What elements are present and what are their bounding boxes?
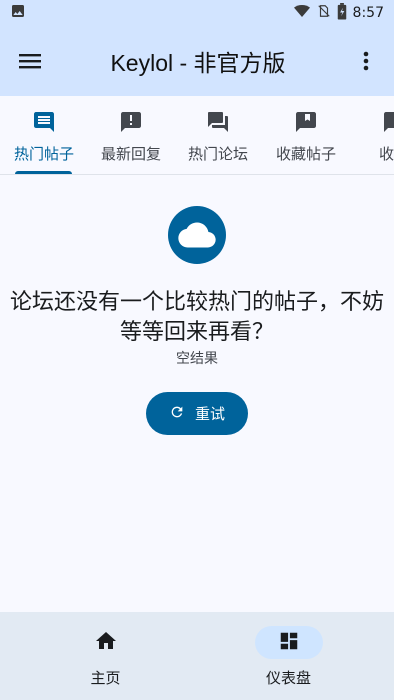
dashboard-icon [278, 630, 300, 656]
hamburger-menu-icon[interactable] [10, 41, 50, 81]
bottom-nav: 主页 仪表盘 [0, 612, 394, 700]
tab-label: 热门论坛 [187, 145, 248, 163]
sim-off-icon [317, 3, 331, 23]
tab-bar: 热门帖子 最新回复 热门论坛 收藏帖子 收藏 [0, 96, 394, 175]
tab-label: 热门帖子 [13, 145, 74, 163]
battery-charging-icon [337, 2, 347, 24]
tab-hot-threads[interactable]: 热门帖子 [0, 96, 88, 174]
nav-label: 仪表盘 [265, 669, 311, 687]
app-bar: Keylol - 非官方版 [0, 26, 394, 96]
tab-favorites[interactable]: 收藏 [350, 96, 394, 174]
announcement-icon [119, 109, 143, 135]
refresh-icon [169, 404, 185, 424]
tab-label: 收藏帖子 [275, 145, 336, 163]
empty-state: 论坛还没有一个比较热门的帖子，不妨等等回来再看？ 空结果 重试 [0, 206, 394, 435]
empty-subtitle: 空结果 [176, 351, 218, 367]
comment-icon [32, 109, 56, 135]
wifi-icon [293, 3, 311, 23]
nav-home[interactable]: 主页 [7, 612, 204, 700]
tab-indicator [15, 171, 72, 174]
cloud-icon [168, 206, 226, 264]
status-time: 8:57 [352, 5, 384, 21]
home-icon [94, 629, 118, 657]
tab-label: 收藏 [378, 145, 394, 163]
nav-pill [72, 626, 140, 659]
status-bar: 8:57 [0, 0, 394, 26]
tab-latest-replies[interactable]: 最新回复 [87, 96, 175, 174]
more-vert-icon[interactable] [346, 41, 386, 81]
tab-favorite-threads[interactable]: 收藏帖子 [262, 96, 350, 174]
nav-dashboard[interactable]: 仪表盘 [190, 612, 387, 700]
app-title: Keylol - 非官方版 [110, 50, 286, 76]
bookmark-icon [294, 109, 318, 135]
empty-title: 论坛还没有一个比较热门的帖子，不妨等等回来再看？ [9, 290, 384, 345]
retry-label: 重试 [194, 405, 225, 423]
forum-icon [206, 109, 230, 135]
tab-label: 最新回复 [100, 145, 161, 163]
nav-pill [254, 626, 323, 659]
bookmark-icon [382, 109, 394, 135]
nav-label: 主页 [90, 669, 121, 687]
retry-button[interactable]: 重试 [146, 392, 248, 435]
tab-hot-forums[interactable]: 热门论坛 [174, 96, 262, 174]
image-icon [10, 3, 26, 23]
